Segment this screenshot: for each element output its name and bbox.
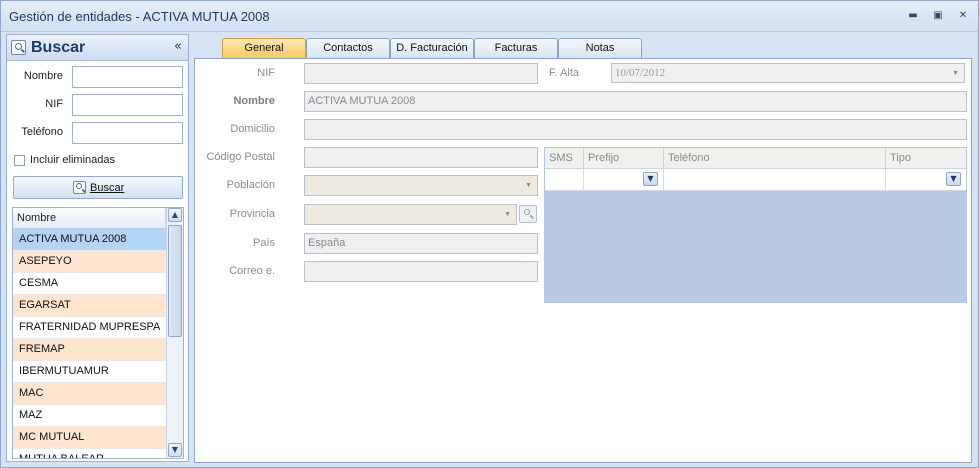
tab-general[interactable]: General — [222, 38, 306, 59]
list-item[interactable]: ASEPEYO — [13, 251, 166, 273]
correo-label: Correo e. — [229, 265, 275, 277]
list-item[interactable]: CESMA — [13, 273, 166, 295]
dropdown-arrow-icon: ▼ — [525, 182, 532, 189]
list-item[interactable]: MAZ — [13, 405, 166, 427]
col-sms[interactable]: SMS — [545, 148, 584, 169]
falta-date-field[interactable]: 10/07/2012 ▼ — [611, 63, 965, 83]
telefono-search-input[interactable] — [72, 122, 183, 144]
tab-notas[interactable]: Notas — [558, 38, 642, 58]
window-title: Gestión de entidades - ACTIVA MUTUA 2008 — [9, 9, 270, 24]
list-item[interactable]: MC MUTUAL — [13, 427, 166, 449]
scroll-up-icon[interactable]: ▲ — [168, 208, 182, 222]
telefono-label: Teléfono — [21, 126, 63, 138]
phones-grid-header: SMS Prefijo Teléfono Tipo — [545, 148, 966, 169]
entity-list: Nombre ACTIVA MUTUA 2008 ASEPEYO CESMA EGAR… — [12, 207, 184, 459]
correo-field[interactable] — [304, 261, 538, 282]
pais-field[interactable]: España — [304, 233, 538, 254]
dropdown-arrow-icon: ▼ — [504, 211, 511, 218]
list-item[interactable]: ACTIVA MUTUA 2008 — [13, 229, 166, 251]
tab-facturas[interactable]: Facturas — [474, 38, 558, 58]
search-icon — [73, 181, 86, 194]
dropdown-arrow-icon: ▼ — [952, 69, 959, 77]
codigo-postal-field[interactable] — [304, 147, 538, 168]
provincia-search-button[interactable] — [519, 205, 537, 223]
domicilio-label: Domicilio — [230, 123, 275, 135]
list-item[interactable]: MAC — [13, 383, 166, 405]
nombre-field[interactable]: ACTIVA MUTUA 2008 — [304, 91, 967, 112]
search-icon — [524, 209, 530, 215]
codigo-postal-label: Código Postal — [206, 151, 276, 163]
tipo-cell[interactable]: ▼ — [886, 169, 966, 190]
include-deleted-checkbox[interactable] — [14, 155, 25, 166]
col-prefijo[interactable]: Prefijo — [584, 148, 664, 169]
col-tipo[interactable]: Tipo — [886, 148, 966, 169]
domicilio-field[interactable] — [304, 119, 967, 140]
search-panel-header: Buscar « — [7, 35, 188, 61]
nif-field-label: NIF — [257, 67, 275, 79]
sms-cell[interactable] — [545, 169, 584, 190]
nombre-field-label: Nombre — [233, 95, 275, 107]
tab-d-facturacion[interactable]: D. Facturación — [390, 38, 474, 58]
prefijo-cell[interactable]: ▼ — [584, 169, 664, 190]
nombre-search-input[interactable] — [72, 66, 183, 88]
phones-grid-new-row: ▼ ▼ — [545, 169, 966, 191]
general-tab-content: NIF F. Alta 10/07/2012 ▼ Nombre ACTIVA M… — [194, 58, 972, 463]
provincia-label: Provincia — [229, 208, 275, 220]
pais-label: País — [252, 237, 275, 249]
include-deleted-label: Incluir eliminadas — [30, 154, 115, 166]
list-item[interactable]: EGARSAT — [13, 295, 166, 317]
collapse-panel-icon[interactable]: « — [174, 39, 182, 54]
close-icon[interactable]: ✕ — [955, 9, 971, 23]
chevron-down-icon[interactable]: ▼ — [643, 172, 658, 186]
entity-management-window: Gestión de entidades - ACTIVA MUTUA 2008… — [0, 0, 979, 468]
telefono-cell[interactable] — [664, 169, 886, 190]
falta-label: F. Alta — [549, 67, 579, 79]
minimize-icon[interactable]: ▬ — [905, 9, 921, 23]
nif-search-input[interactable] — [72, 94, 183, 116]
list-item[interactable]: MUTUA BALEAR — [13, 449, 166, 458]
nombre-label: Nombre — [23, 70, 63, 82]
list-column-header[interactable]: Nombre — [13, 208, 166, 229]
phones-grid: SMS Prefijo Teléfono Tipo ▼ ▼ — [544, 147, 967, 303]
list-header-label: Nombre — [17, 212, 57, 224]
title-bar: Gestión de entidades - ACTIVA MUTUA 2008… — [1, 1, 978, 32]
poblacion-label: Población — [226, 179, 275, 191]
entity-rows: ACTIVA MUTUA 2008 ASEPEYO CESMA EGARSAT FRAT… — [13, 229, 166, 458]
provincia-select[interactable]: ▼ — [304, 204, 517, 225]
chevron-down-icon[interactable]: ▼ — [946, 172, 961, 186]
list-item[interactable]: FRATERNIDAD MUPRESPA — [13, 317, 166, 339]
restore-icon[interactable]: ▣ — [930, 9, 946, 23]
falta-value: 10/07/2012 — [615, 67, 666, 79]
col-telefono[interactable]: Teléfono — [664, 148, 886, 169]
list-item[interactable]: FREMAP — [13, 339, 166, 361]
search-panel: Buscar « Nombre NIF Teléfono Incluir eli… — [6, 34, 189, 462]
tab-contactos[interactable]: Contactos — [306, 38, 390, 58]
nif-label: NIF — [45, 98, 63, 110]
search-button[interactable]: Buscar — [13, 176, 183, 199]
scroll-thumb[interactable] — [168, 225, 182, 337]
scroll-down-icon[interactable]: ▼ — [168, 443, 182, 457]
list-item[interactable]: IBERMUTUAMUR — [13, 361, 166, 383]
list-scrollbar[interactable]: ▲ ▼ — [166, 208, 183, 458]
search-panel-title: Buscar — [31, 39, 86, 56]
search-button-label: Buscar — [90, 182, 125, 194]
search-icon — [11, 40, 26, 55]
poblacion-select[interactable]: ▼ — [304, 175, 538, 196]
